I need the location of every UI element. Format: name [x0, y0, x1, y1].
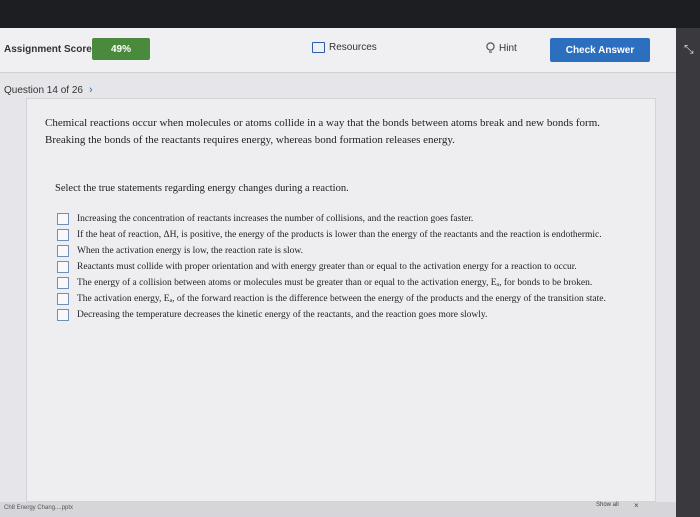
lightbulb-icon [486, 42, 495, 53]
download-bar: Ch8 Energy Chang....pptx Show all × [0, 501, 676, 517]
answer-option-text: When the activation energy is low, the r… [77, 246, 303, 256]
assignment-toolbar: Assignment Score: 49% Resources Hint Che… [0, 28, 676, 73]
chevron-right-icon[interactable]: › [89, 84, 93, 96]
checkbox[interactable] [57, 245, 69, 257]
close-icon[interactable]: × [634, 501, 639, 510]
answer-option-text: Reactants must collide with proper orien… [77, 262, 577, 272]
answer-options: Increasing the concentration of reactant… [57, 211, 617, 323]
checkbox[interactable] [57, 213, 69, 225]
checkbox[interactable] [57, 261, 69, 273]
resources-label: Resources [329, 42, 377, 53]
answer-option[interactable]: When the activation energy is low, the r… [57, 243, 617, 259]
answer-option-text: Decreasing the temperature decreases the… [77, 310, 488, 320]
collapse-icon[interactable]: ⤡ [684, 42, 698, 56]
answer-option-text: The energy of a collision between atoms … [77, 278, 593, 288]
checkbox[interactable] [57, 229, 69, 241]
answer-option-text: If the heat of reaction, ΔH, is positive… [77, 230, 602, 240]
check-answer-button[interactable]: Check Answer [550, 38, 650, 62]
assignment-score-label: Assignment Score: [4, 44, 96, 55]
answer-option[interactable]: Increasing the concentration of reactant… [57, 211, 617, 227]
question-counter: Question 14 of 26 [4, 84, 83, 96]
answer-option[interactable]: If the heat of reaction, ΔH, is positive… [57, 227, 617, 243]
answer-option[interactable]: The activation energy, Eₐ, of the forwar… [57, 291, 617, 307]
hint-label: Hint [499, 42, 517, 54]
hint-button[interactable]: Hint [486, 42, 517, 54]
answer-option[interactable]: The energy of a collision between atoms … [57, 275, 617, 291]
checkbox[interactable] [57, 293, 69, 305]
checkbox[interactable] [57, 309, 69, 321]
answer-option-text: Increasing the concentration of reactant… [77, 214, 474, 224]
download-item[interactable]: Ch8 Energy Chang....pptx [4, 505, 73, 511]
question-prompt: Select the true statements regarding ene… [55, 183, 349, 194]
question-panel: Chemical reactions occur when molecules … [26, 98, 656, 502]
show-all-button[interactable]: Show all [596, 502, 619, 508]
answer-option[interactable]: Reactants must collide with proper orien… [57, 259, 617, 275]
browser-screen: Assignment Score: 49% Resources Hint Che… [0, 28, 676, 517]
resources-button[interactable]: Resources [312, 42, 377, 53]
question-navigator[interactable]: Question 14 of 26 › [4, 84, 93, 96]
question-intro: Chemical reactions occur when molecules … [45, 117, 601, 146]
screen-bezel [676, 28, 700, 517]
answer-option[interactable]: Decreasing the temperature decreases the… [57, 307, 617, 323]
assignment-score-badge: 49% [92, 38, 150, 60]
resources-icon [312, 42, 325, 53]
answer-option-text: The activation energy, Eₐ, of the forwar… [77, 294, 606, 304]
checkbox[interactable] [57, 277, 69, 289]
